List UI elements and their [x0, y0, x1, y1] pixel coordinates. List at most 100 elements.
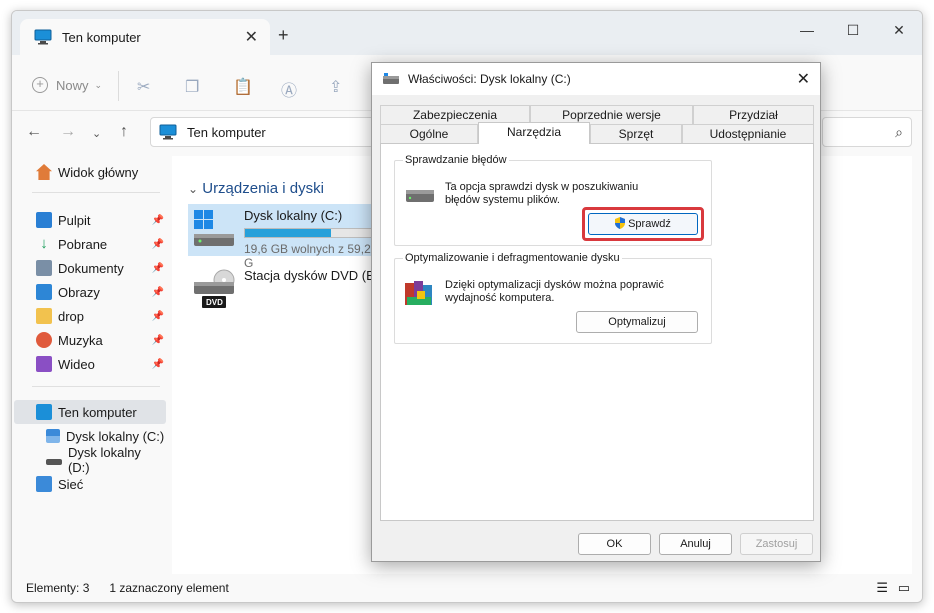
sidebar-item-label: Dokumenty [58, 260, 124, 276]
drive-name: Dysk lokalny (C:) [244, 208, 343, 223]
sidebar-item-downloads[interactable]: ↓ Pobrane 📌 [14, 232, 166, 256]
windows-drive-icon [46, 429, 60, 443]
pin-icon[interactable]: 📌 [152, 215, 164, 226]
paste-icon[interactable]: 📋 [233, 77, 253, 97]
monitor-icon [159, 124, 177, 140]
rename-icon[interactable]: Ⓐ [281, 77, 297, 101]
tools-panel: Sprawdzanie błędów Ta opcja sprawdzi dys… [380, 143, 814, 521]
sidebar-item-home[interactable]: Widok główny [14, 160, 166, 184]
sidebar-item-label: Pulpit [58, 212, 91, 228]
details-view-icon[interactable]: ☰ [876, 580, 888, 596]
tab-label: Ten komputer [62, 29, 141, 45]
recent-chevron-icon[interactable]: ⌄ [92, 127, 101, 140]
pin-icon[interactable]: 📌 [152, 239, 164, 250]
drive-dvd-tile[interactable]: DVD Stacja dysków DVD (E:) [188, 264, 383, 316]
tab-tools[interactable]: Narzędzia [478, 122, 590, 144]
back-arrow-icon[interactable]: ← [26, 123, 42, 141]
tiles-view-icon[interactable]: ▭ [898, 580, 910, 596]
search-input[interactable]: ⌕ [822, 117, 912, 147]
tab-sharing[interactable]: Udostępnianie [682, 124, 814, 143]
sidebar-item-drop[interactable]: drop 📌 [14, 304, 166, 328]
close-tab-icon[interactable]: ✕ [245, 27, 258, 47]
monitor-icon [36, 404, 52, 420]
dvd-badge: DVD [206, 298, 223, 307]
toolbar-divider [118, 71, 119, 101]
tab-this-pc[interactable]: Ten komputer ✕ [20, 19, 270, 55]
sidebar-item-desktop[interactable]: Pulpit 📌 [14, 208, 166, 232]
new-button[interactable]: + Nowy ⌄ [32, 77, 102, 93]
chevron-down-icon: ⌄ [94, 79, 103, 90]
group-header[interactable]: ⌄ Urządzenia i dyski [188, 180, 324, 197]
drive-icon [383, 73, 399, 84]
address-bar[interactable]: Ten komputer [150, 117, 380, 147]
pin-icon[interactable]: 📌 [152, 287, 164, 298]
sidebar-divider [32, 192, 160, 193]
sidebar-item-drive-d[interactable]: Dysk lokalny (D:) [14, 445, 166, 475]
sidebar-item-this-pc[interactable]: Ten komputer [14, 400, 166, 424]
folder-icon [36, 308, 52, 324]
new-tab-button[interactable]: + [278, 25, 289, 46]
up-arrow-icon[interactable]: ↑ [120, 123, 128, 141]
apply-button[interactable]: Zastosuj [740, 533, 813, 555]
sidebar-item-label: Wideo [58, 356, 95, 372]
copy-icon[interactable]: ❐ [185, 77, 199, 97]
description-line: błędów systemu plików. [445, 194, 560, 206]
group-legend: Optymalizowanie i defragmentowanie dysku [403, 252, 622, 264]
document-icon [36, 260, 52, 276]
navigation-pane: Widok główny Pulpit 📌 ↓ Pobrane 📌 Dokume… [12, 156, 170, 576]
properties-dialog: Właściwości: Dysk lokalny (C:) ✕ Zabezpi… [371, 62, 821, 562]
minimize-button[interactable]: — [784, 17, 830, 43]
title-bar: Ten komputer ✕ + — ☐ ✕ [12, 11, 922, 55]
optimize-description: Dzięki optymalizacji dysków można popraw… [445, 279, 664, 305]
status-bar: Elementy: 3 1 zaznaczony element ☰ ▭ [12, 574, 922, 602]
pin-icon[interactable]: 📌 [152, 263, 164, 274]
pin-icon[interactable]: 📌 [152, 311, 164, 322]
drive-icon [46, 459, 62, 465]
dialog-title-bar: Właściwości: Dysk lokalny (C:) ✕ [372, 63, 820, 95]
desktop-icon [36, 212, 52, 228]
sidebar-item-label: Muzyka [58, 332, 103, 348]
close-dialog-icon[interactable]: ✕ [797, 69, 810, 89]
uac-shield-icon [615, 217, 626, 229]
drive-name: Stacja dysków DVD (E:) [244, 268, 383, 283]
pin-icon[interactable]: 📌 [152, 335, 164, 346]
sidebar-item-music[interactable]: Muzyka 📌 [14, 328, 166, 352]
description-line: Dzięki optymalizacji dysków można popraw… [445, 279, 664, 291]
share-icon[interactable]: ⇪ [329, 77, 342, 97]
pin-icon[interactable]: 📌 [152, 359, 164, 370]
sidebar-item-network[interactable]: Sieć [14, 472, 166, 496]
drive-c-tile[interactable]: Dysk lokalny (C:) 19,6 GB wolnych z 59,2… [188, 204, 383, 270]
optimize-button[interactable]: Optymalizuj [576, 311, 698, 333]
tab-general[interactable]: Ogólne [380, 124, 478, 143]
windows-drive-icon [192, 208, 236, 252]
forward-arrow-icon[interactable]: → [60, 123, 76, 141]
video-icon [36, 356, 52, 372]
sidebar-item-label: Dysk lokalny (D:) [67, 445, 141, 475]
sidebar-item-label: Widok główny [58, 164, 139, 180]
sidebar-item-pictures[interactable]: Obrazy 📌 [14, 280, 166, 304]
sidebar-item-label: Pobrane [58, 236, 108, 252]
tab-quota[interactable]: Przydział [693, 105, 814, 124]
maximize-button[interactable]: ☐ [830, 17, 876, 43]
error-check-description: Ta opcja sprawdzi dysk w poszukiwaniu bł… [445, 181, 638, 207]
sidebar-item-documents[interactable]: Dokumenty 📌 [14, 256, 166, 280]
pictures-icon [36, 284, 52, 300]
music-icon [36, 332, 52, 348]
dialog-tabs: Zabezpieczenia Poprzednie wersje Przydzi… [380, 105, 814, 145]
chevron-down-icon: ⌄ [188, 182, 199, 196]
description-line: wydajność komputera. [445, 292, 555, 304]
drive-usage-fill [245, 229, 331, 237]
error-check-group: Sprawdzanie błędów Ta opcja sprawdzi dys… [394, 154, 712, 246]
plus-icon: + [32, 77, 48, 93]
ok-button[interactable]: OK [578, 533, 651, 555]
sidebar-item-label: Obrazy [58, 284, 100, 300]
group-legend: Sprawdzanie błędów [403, 154, 509, 166]
check-button[interactable]: Sprawdź [588, 213, 698, 235]
tab-hardware[interactable]: Sprzęt [590, 124, 682, 143]
cancel-button[interactable]: Anuluj [659, 533, 732, 555]
sidebar-item-videos[interactable]: Wideo 📌 [14, 352, 166, 376]
sidebar-item-label: Dysk lokalny (C:) [66, 428, 165, 444]
sidebar-item-label: drop [58, 308, 85, 324]
close-window-button[interactable]: ✕ [876, 17, 922, 43]
cut-icon[interactable]: ✂ [137, 77, 150, 97]
